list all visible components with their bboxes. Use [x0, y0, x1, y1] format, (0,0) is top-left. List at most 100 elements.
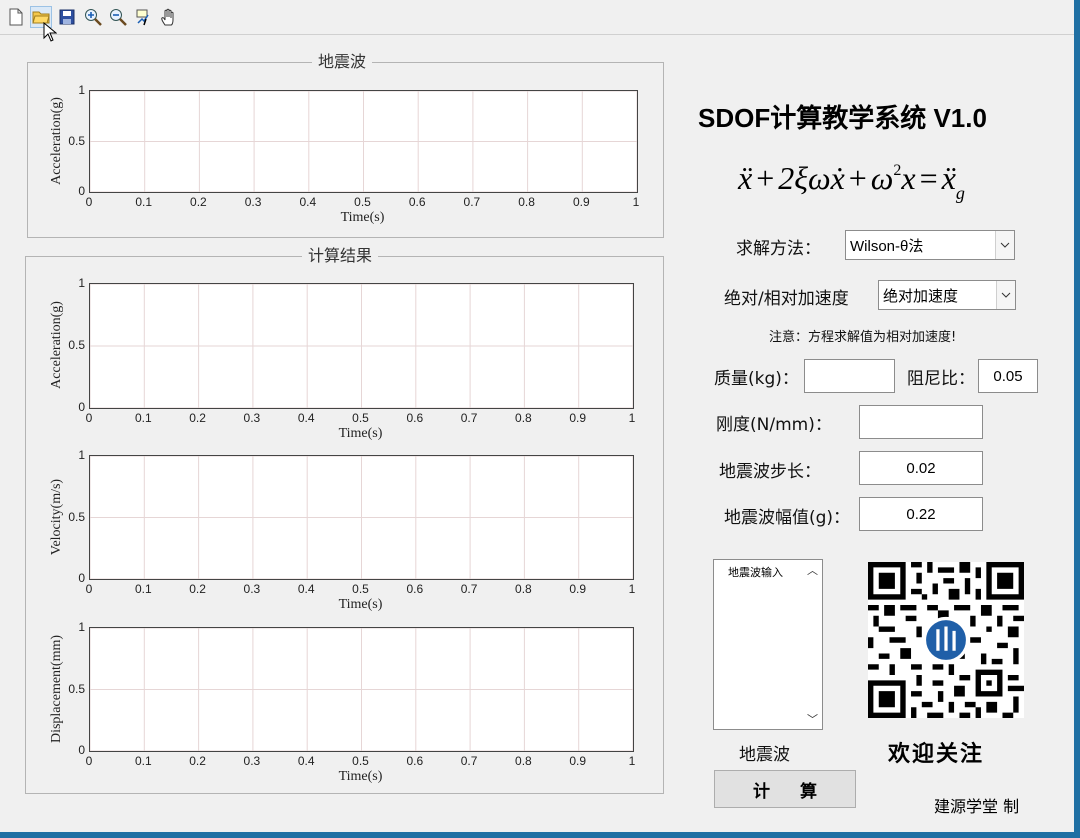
y-axis-label: Velocity(m/s) — [49, 478, 64, 555]
x-tick-label: 0.7 — [460, 754, 478, 768]
x-tick-label: 0.7 — [463, 195, 481, 209]
wave-listbox[interactable]: 地震波输入 ︿ ﹀ — [713, 559, 823, 730]
data-cursor-icon[interactable] — [133, 6, 155, 28]
x-tick-label: 0.2 — [189, 411, 206, 425]
x-tick-label: 0.4 — [299, 195, 317, 209]
y-tick-label: 0.5 — [68, 509, 85, 524]
window-border-right — [1074, 0, 1080, 838]
x-tick-label: 0.4 — [297, 411, 315, 425]
x-axis-label: Time(s) — [338, 426, 383, 441]
x-axis-label: Time(s) — [338, 769, 383, 784]
accel-type-select-value: 绝对加速度 — [883, 287, 959, 305]
x-tick-label: 0.6 — [406, 411, 424, 425]
zoom-in-icon[interactable] — [82, 6, 104, 28]
note-text: 注意：方程求解值为相对加速度! — [769, 330, 957, 345]
plot-axes[interactable] — [89, 283, 634, 409]
amplitude-label: 地震波幅值(g)： — [724, 508, 851, 528]
method-select-value: Wilson-θ法 — [850, 237, 924, 255]
zoom-out-icon[interactable] — [107, 6, 129, 28]
x-tick-label: 0.1 — [134, 754, 152, 768]
scroll-up-icon[interactable]: ︿ — [807, 562, 818, 578]
equation-of-motion: ẍ +2ξωẋ + ω2x = ẍg — [738, 160, 965, 203]
figure-toolbar — [0, 0, 1074, 35]
y-axis-label: Acceleration(g) — [49, 301, 64, 389]
x-tick-label: 0 — [85, 754, 93, 768]
plot-grid — [90, 628, 633, 751]
y-tick-label: 1 — [78, 448, 85, 462]
x-axis-label: Time(s) — [340, 210, 385, 225]
y-tick-label: 0 — [78, 571, 85, 585]
stiffness-label: 刚度(N/mm)： — [716, 415, 832, 435]
qr-code-icon — [868, 562, 1024, 718]
save-icon[interactable] — [56, 6, 78, 28]
x-tick-label: 0.3 — [244, 195, 262, 209]
x-tick-label: 0.8 — [515, 411, 532, 425]
method-select[interactable]: Wilson-θ法 — [845, 230, 1015, 260]
x-tick-label: 0.9 — [569, 411, 587, 425]
x-tick-label: 0.3 — [243, 582, 261, 596]
x-tick-label: 0.9 — [569, 754, 587, 768]
damping-field[interactable]: 0.05 — [978, 359, 1038, 393]
y-tick-label: 1 — [78, 276, 85, 290]
x-tick-label: 0.9 — [572, 195, 590, 209]
step-field[interactable]: 0.02 — [859, 451, 983, 485]
x-tick-label: 0 — [85, 411, 93, 425]
chevron-down-icon — [996, 281, 1015, 309]
damping-label: 阻尼比： — [907, 369, 975, 389]
x-tick-label: 0.9 — [569, 582, 587, 596]
x-tick-label: 0.7 — [460, 411, 478, 425]
x-tick-label: 0.2 — [189, 582, 206, 596]
chevron-down-icon — [995, 231, 1014, 259]
plot-grid — [90, 284, 633, 408]
y-axis-label: Displacement(mm) — [49, 634, 64, 743]
x-tick-label: 0.5 — [354, 195, 371, 209]
pan-hand-icon[interactable] — [158, 6, 180, 28]
x-tick-label: 0.1 — [135, 195, 153, 209]
x-tick-label: 0.4 — [297, 754, 315, 768]
new-file-icon[interactable] — [5, 6, 27, 28]
x-tick-label: 0.8 — [515, 754, 532, 768]
amplitude-field[interactable]: 0.22 — [859, 497, 983, 531]
y-tick-label: 0.5 — [68, 133, 85, 148]
x-tick-label: 0.5 — [352, 411, 369, 425]
x-tick-label: 1 — [628, 754, 636, 768]
panel-title: 计算结果 — [302, 246, 379, 266]
x-tick-label: 0.8 — [518, 195, 535, 209]
x-tick-label: 0 — [85, 582, 93, 596]
accel-type-select[interactable]: 绝对加速度 — [878, 280, 1016, 310]
calculate-button[interactable]: 计 算 — [714, 770, 856, 808]
list-item[interactable]: 地震波输入 — [728, 564, 783, 580]
x-tick-label: 0.5 — [352, 754, 369, 768]
x-tick-label: 0.1 — [134, 582, 152, 596]
plot-grid — [90, 91, 637, 192]
stiffness-field[interactable] — [859, 405, 983, 439]
qr-caption: 欢迎关注 — [888, 741, 985, 767]
plot-grid — [90, 456, 633, 579]
x-tick-label: 0.8 — [515, 582, 532, 596]
x-tick-label: 0.2 — [189, 754, 206, 768]
x-tick-label: 1 — [632, 195, 640, 209]
plot-axes[interactable] — [89, 90, 638, 193]
x-tick-label: 0.4 — [297, 582, 315, 596]
x-tick-label: 1 — [628, 582, 636, 596]
x-axis-label: Time(s) — [338, 597, 383, 612]
y-tick-label: 1 — [78, 83, 85, 97]
y-tick-label: 0 — [78, 184, 85, 198]
y-tick-label: 1 — [78, 620, 85, 634]
y-tick-label: 0 — [78, 400, 85, 414]
panel-title: 地震波 — [312, 52, 373, 72]
x-tick-label: 0.3 — [243, 754, 261, 768]
x-tick-label: 0.2 — [190, 195, 207, 209]
x-tick-label: 0.3 — [243, 411, 261, 425]
window-border-bottom — [0, 832, 1080, 838]
wave-list-caption: 地震波 — [739, 745, 790, 765]
x-tick-label: 1 — [628, 411, 636, 425]
y-tick-label: 0.5 — [68, 338, 85, 352]
y-axis-label: Acceleration(g) — [49, 96, 64, 185]
mass-field[interactable] — [804, 359, 895, 393]
x-tick-label: 0.6 — [408, 195, 426, 209]
plot-axes[interactable] — [89, 627, 634, 752]
x-tick-label: 0.7 — [460, 582, 478, 596]
plot-axes[interactable] — [89, 455, 634, 580]
scroll-down-icon[interactable]: ﹀ — [807, 711, 818, 727]
